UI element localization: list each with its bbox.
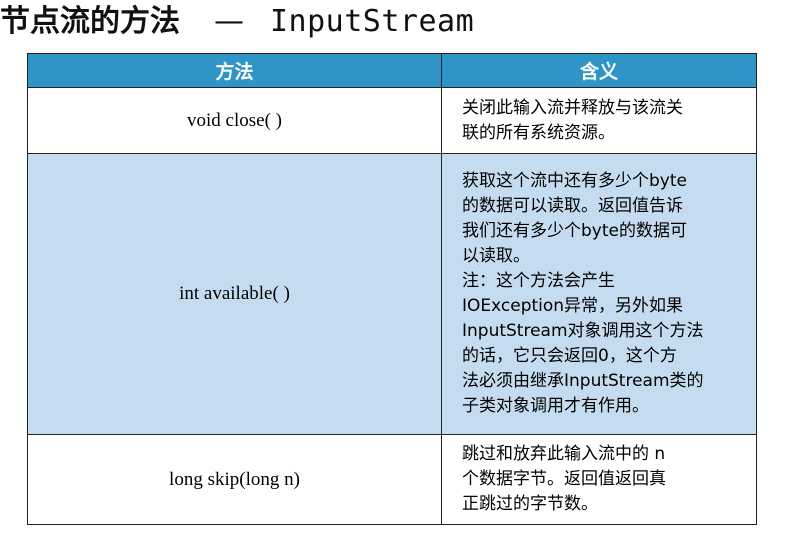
title-class-name: InputStream (270, 4, 475, 39)
method-table: 方法 含义 void close( ) 关闭此输入流并释放与该流关 联的所有系统… (27, 53, 757, 525)
method-description: 跳过和放弃此输入流中的 n 个数据字节。返回值返回真 正跳过的字节数。 (441, 434, 757, 525)
description-line: 法必须由继承InputStream类的 (462, 371, 704, 391)
method-name: long skip(long n) (27, 434, 442, 525)
slide-title: 节点流的方法 — InputStream (0, 2, 474, 42)
title-dash: — (214, 4, 244, 39)
description-line: 注：这个方法会产生 (462, 271, 615, 291)
description-line: 的数据可以读取。返回值告诉 (462, 196, 683, 216)
title-chinese: 节点流的方法 (0, 4, 180, 39)
description-line: 的话，它只会返回0，这个方 (462, 346, 677, 366)
description-line: 子类对象调用才有作用。 (462, 396, 649, 416)
description-line: 正跳过的字节数。 (462, 494, 598, 514)
description-line: 关闭此输入流并释放与该流关 (462, 97, 683, 118)
description-line: IOException异常，另外如果 (462, 296, 684, 316)
description-line: 以读取。 (462, 246, 530, 266)
method-name: int available( ) (27, 153, 442, 435)
description-line: 跳过和放弃此输入流中的 n (462, 444, 666, 464)
method-description: 关闭此输入流并释放与该流关 联的所有系统资源。 (441, 87, 757, 154)
description-line: 获取这个流中还有多少个byte (462, 171, 687, 191)
method-name: void close( ) (27, 87, 442, 154)
header-meaning: 含义 (441, 53, 757, 88)
description-line: 个数据字节。返回值返回真 (462, 469, 666, 489)
table-header-row: 方法 含义 (27, 53, 757, 88)
description-line: 联的所有系统资源。 (462, 122, 615, 143)
description-line: InputStream对象调用这个方法 (462, 321, 704, 341)
table-row-available: int available( ) 获取这个流中还有多少个byte 的数据可以读取… (27, 153, 757, 435)
table-row-skip: long skip(long n) 跳过和放弃此输入流中的 n 个数据字节。返回… (27, 434, 757, 525)
header-method: 方法 (27, 53, 442, 88)
method-description: 获取这个流中还有多少个byte 的数据可以读取。返回值告诉 我们还有多少个byt… (441, 153, 757, 435)
table-row-close: void close( ) 关闭此输入流并释放与该流关 联的所有系统资源。 (27, 87, 757, 154)
description-line: 我们还有多少个byte的数据可 (462, 221, 687, 241)
